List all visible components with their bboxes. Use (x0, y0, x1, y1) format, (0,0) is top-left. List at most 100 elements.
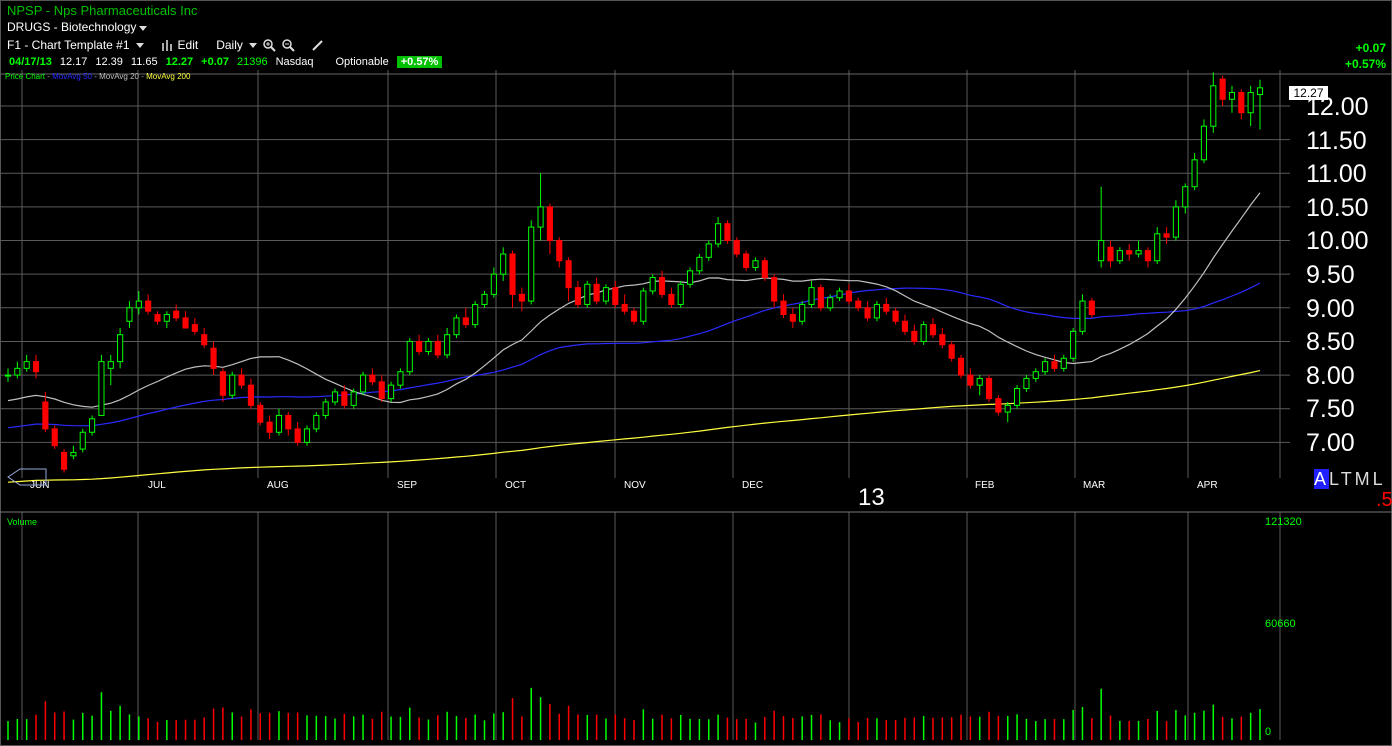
edit-label: Edit (177, 38, 199, 52)
candle-body (32, 361, 40, 373)
candle-body (388, 384, 395, 400)
template-dropdown[interactable]: F1 - Chart Template #1 (7, 38, 144, 52)
candle-body (1088, 300, 1095, 316)
ma200-line (7, 370, 1261, 483)
candle-body (546, 206, 553, 242)
legend-ma50[interactable]: MovAvg 50 (52, 72, 92, 81)
legend-price[interactable]: Price Chart (5, 72, 45, 81)
candle-body (126, 307, 133, 322)
quote-change: +0.07 (201, 56, 229, 68)
price-tick: 9.50 (1306, 261, 1355, 289)
candle-body (191, 324, 198, 332)
candle-body (1070, 330, 1077, 359)
candle-body (948, 344, 955, 359)
candle-body (416, 340, 423, 353)
candle-body (985, 377, 993, 400)
chart-canvas[interactable] (0, 0, 1392, 746)
quote-exchange: Nasdaq (275, 56, 314, 68)
candle-body (369, 374, 376, 383)
candle-body (686, 270, 694, 285)
zoom-out-button[interactable] (282, 38, 295, 52)
candle-body (743, 253, 750, 268)
price-tick: 12.00 (1306, 93, 1369, 121)
candle-body (1032, 371, 1039, 379)
month-label: SEP (397, 480, 418, 491)
candle-body (892, 310, 899, 322)
candle-body (537, 206, 544, 228)
price-tick: 11.00 (1306, 160, 1367, 188)
grid-lines (0, 70, 1392, 740)
candle-body (500, 253, 507, 275)
candle-body (135, 300, 142, 309)
candle-body (359, 374, 367, 393)
period-dropdown[interactable]: Daily (216, 38, 257, 52)
scroll-left-button[interactable] (6, 468, 48, 486)
candle-body (247, 384, 254, 406)
candle-body (79, 431, 86, 450)
quote-low: 11.65 (130, 56, 158, 68)
quote-bar: 04/17/13 12.17 12.39 11.65 12.27 +0.07 2… (9, 55, 443, 69)
candle-body (23, 361, 30, 369)
timeframe-others[interactable]: LTML (1329, 469, 1386, 489)
period-label: Daily (216, 38, 243, 52)
zoom-in-button[interactable] (263, 38, 276, 52)
chevron-down-icon (135, 42, 144, 48)
chart-legend: Price Chart - MovAvg 50 - MovAvg 20 - Mo… (5, 72, 191, 81)
industry-dropdown[interactable]: DRUGS - Biotechnology (7, 20, 148, 34)
timeframe-selector[interactable]: ALTML (1314, 469, 1386, 490)
candle-body (574, 287, 582, 305)
optionable-label: Optionable (335, 56, 389, 68)
legend-ma20[interactable]: MovAvg 20 (99, 72, 139, 81)
candle-body (117, 334, 124, 363)
timeframe-a[interactable]: A (1314, 469, 1330, 489)
candle-body (154, 314, 161, 322)
candle-body (107, 361, 114, 369)
candle-body (70, 451, 77, 457)
price-tick: 8.50 (1306, 328, 1355, 356)
candle-body (285, 414, 292, 430)
candle-body (612, 287, 619, 305)
candle-body (1228, 92, 1236, 100)
candle-body (1060, 357, 1067, 369)
candle-body (462, 317, 469, 326)
quote-volume: 21396 (236, 56, 268, 68)
month-label: DEC (742, 480, 764, 491)
candle-body (855, 300, 862, 309)
symbol-title: NPSP - Nps Pharmaceuticals Inc (7, 3, 198, 18)
price-tick: 10.00 (1306, 227, 1369, 255)
candle-body (341, 391, 348, 406)
candle-body (406, 340, 413, 373)
candle-body (201, 334, 208, 346)
candle-body (509, 253, 516, 295)
month-label: OCT (505, 480, 527, 491)
candle-body (60, 451, 68, 470)
candle-body (1014, 388, 1021, 406)
candle-body (752, 260, 759, 268)
month-label: MAR (1083, 480, 1106, 491)
candle-body (1079, 300, 1086, 332)
candle-body (715, 223, 722, 245)
chevron-down-icon (248, 42, 257, 48)
edit-button[interactable]: Edit (161, 38, 199, 52)
price-tick: 11.50 (1306, 127, 1367, 155)
volume-bars (7, 687, 1261, 740)
candle-body (827, 297, 834, 309)
price-tick: 8.00 (1306, 362, 1355, 390)
draw-line-button[interactable] (311, 39, 324, 52)
candle-body (901, 320, 909, 332)
candle-body (1256, 87, 1264, 96)
candle-body (444, 334, 451, 356)
candle-body (705, 243, 712, 258)
candle-body (1210, 85, 1217, 127)
industry-label: DRUGS - Biotechnology (7, 20, 137, 34)
candle-body (1247, 92, 1254, 114)
candle-body (145, 300, 152, 312)
candle-body (733, 240, 740, 255)
legend-ma200[interactable]: MovAvg 200 (146, 72, 190, 81)
candle-body (294, 428, 301, 443)
candle-body (1023, 377, 1030, 390)
quote-high: 12.39 (95, 56, 123, 68)
candle-body (1098, 240, 1105, 262)
candle-body (929, 324, 937, 336)
candle-body (864, 307, 871, 319)
